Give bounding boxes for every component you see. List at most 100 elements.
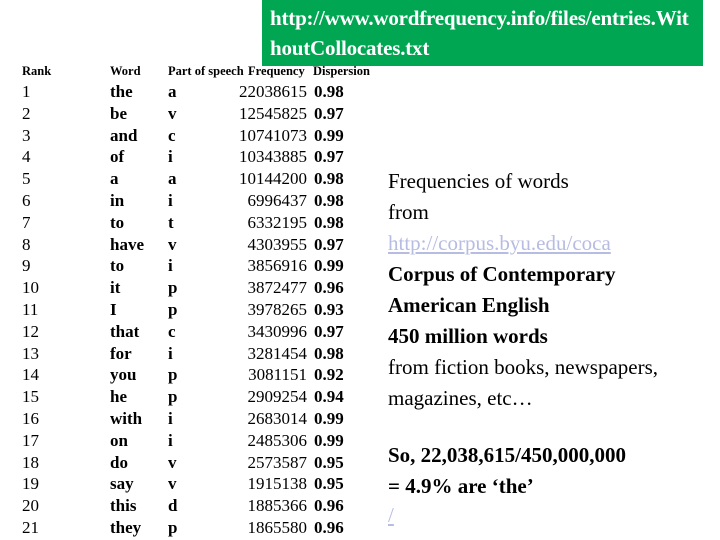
cell-frequency: 22038615 [239,82,307,101]
cell-pos: i [168,430,173,450]
table-row: 11 I p 3978265 0.93 [0,299,380,321]
table-row: 21 they p 1865580 0.96 [0,517,380,539]
table-row: 9 to i 3856916 0.99 [0,255,380,277]
cell-dispersion: 0.97 [314,234,344,254]
cell-rank: 19 [22,474,39,494]
cell-word: it [110,278,121,298]
cell-dispersion: 0.98 [314,82,344,101]
word-frequency-table: Rank Word Part of speech Frequency Dispe… [0,62,380,539]
cell-word: of [110,147,125,167]
column-header-pos: Part of speech [168,64,244,78]
cell-pos: i [168,343,173,363]
cell-frequency: 1885366 [247,496,308,516]
cell-dispersion: 0.98 [314,169,344,189]
column-header-word: Word [110,64,141,78]
cell-rank: 21 [22,517,39,537]
table-row: 10 it p 3872477 0.96 [0,277,380,299]
cell-dispersion: 0.96 [314,278,344,298]
cell-dispersion: 0.97 [314,147,344,167]
table-row: 5 a a 10144200 0.98 [0,168,380,190]
cell-dispersion: 0.98 [314,212,344,232]
cell-rank: 10 [22,278,39,298]
cell-dispersion: 0.98 [314,343,344,363]
cell-word: be [110,103,127,123]
cell-word: with [110,408,143,428]
cell-word: the [110,82,133,101]
cell-word: I [110,299,117,319]
table-row: 16 with i 2683014 0.99 [0,408,380,430]
cell-word: in [110,190,125,210]
cell-frequency: 3081151 [248,365,307,385]
cell-frequency: 2573587 [247,452,308,472]
cell-rank: 11 [22,299,39,319]
cell-frequency: 10343885 [239,147,307,167]
cell-word: and [110,125,138,145]
cell-dispersion: 0.99 [314,430,344,450]
cell-word: they [110,517,142,537]
description-line-from: from [388,200,429,224]
description-line-corpus-name-1: Corpus of Contemporary [388,262,616,286]
cell-frequency: 3430996 [247,321,308,341]
table-row: 18 do v 2573587 0.95 [0,452,380,474]
table-row: 15 he p 2909254 0.94 [0,386,380,408]
table-row: 4 of i 10343885 0.97 [0,146,380,168]
cell-pos: i [168,190,173,210]
cell-frequency: 1865580 [247,517,308,537]
calculation-line-percent: = 4.9% are ‘the’ [388,474,534,498]
cell-rank: 1 [22,82,31,101]
table-row: 13 for i 3281454 0.98 [0,343,380,365]
cell-frequency: 10144200 [239,169,307,189]
cell-dispersion: 0.98 [314,190,344,210]
table-row: 14 you p 3081151 0.92 [0,364,380,386]
description-line-frequencies: Frequencies of words [388,169,569,193]
cell-word: to [110,256,125,276]
column-header-frequency: Frequency [248,64,305,78]
calculation-line-ratio: So, 22,038,615/450,000,000 [388,443,627,467]
cell-word: this [110,496,137,516]
cell-frequency: 4303955 [247,234,308,254]
cell-rank: 3 [22,125,31,145]
description-line-corpus-name-2: American English [388,293,550,317]
description-line-sources-2: magazines, etc… [388,386,533,410]
cell-rank: 7 [22,212,31,232]
cell-frequency: 2909254 [247,387,308,407]
table-row: 3 and c 10741073 0.99 [0,125,380,147]
cell-rank: 16 [22,408,39,428]
cell-frequency: 6996437 [247,190,308,210]
cell-frequency: 3856916 [247,256,308,276]
cell-dispersion: 0.93 [314,299,344,319]
cell-pos: i [168,408,173,428]
cell-pos: i [168,147,173,167]
table-row: 6 in i 6996437 0.98 [0,190,380,212]
cell-frequency: 10741073 [239,125,307,145]
table-row: 8 have v 4303955 0.97 [0,234,380,256]
cell-rank: 17 [22,430,39,450]
description-line-sources-1: from fiction books, newspapers, [388,355,659,379]
cell-rank: 13 [22,343,39,363]
cell-rank: 18 [22,452,39,472]
cell-rank: 4 [22,147,31,167]
cell-frequency: 3281454 [247,343,308,363]
cell-rank: 2 [22,103,31,123]
cell-dispersion: 0.99 [314,408,344,428]
source-url-banner: http://www.wordfrequency.info/files/entr… [262,0,703,66]
cell-frequency: 6332195 [247,212,308,232]
cell-word: say [110,474,134,494]
cell-word: to [110,212,125,232]
description-block: Frequencies of words from http://corpus.… [388,166,708,528]
cell-word: that [110,321,140,341]
cell-word: for [110,343,132,363]
cell-pos: i [168,256,173,276]
cell-rank: 6 [22,190,31,210]
table-header-row: Rank Word Part of speech Frequency Dispe… [0,62,380,81]
cell-word: a [110,169,119,189]
cell-dispersion: 0.97 [314,321,344,341]
coca-corpus-link[interactable]: http://corpus.byu.edu/coca [388,228,708,259]
trailing-slash-link[interactable]: / [388,502,394,528]
cell-pos: t [168,212,174,232]
cell-dispersion: 0.99 [314,256,344,276]
cell-word: on [110,430,128,450]
table-row: 1 the a 22038615 0.98 [0,81,380,103]
cell-rank: 5 [22,169,31,189]
